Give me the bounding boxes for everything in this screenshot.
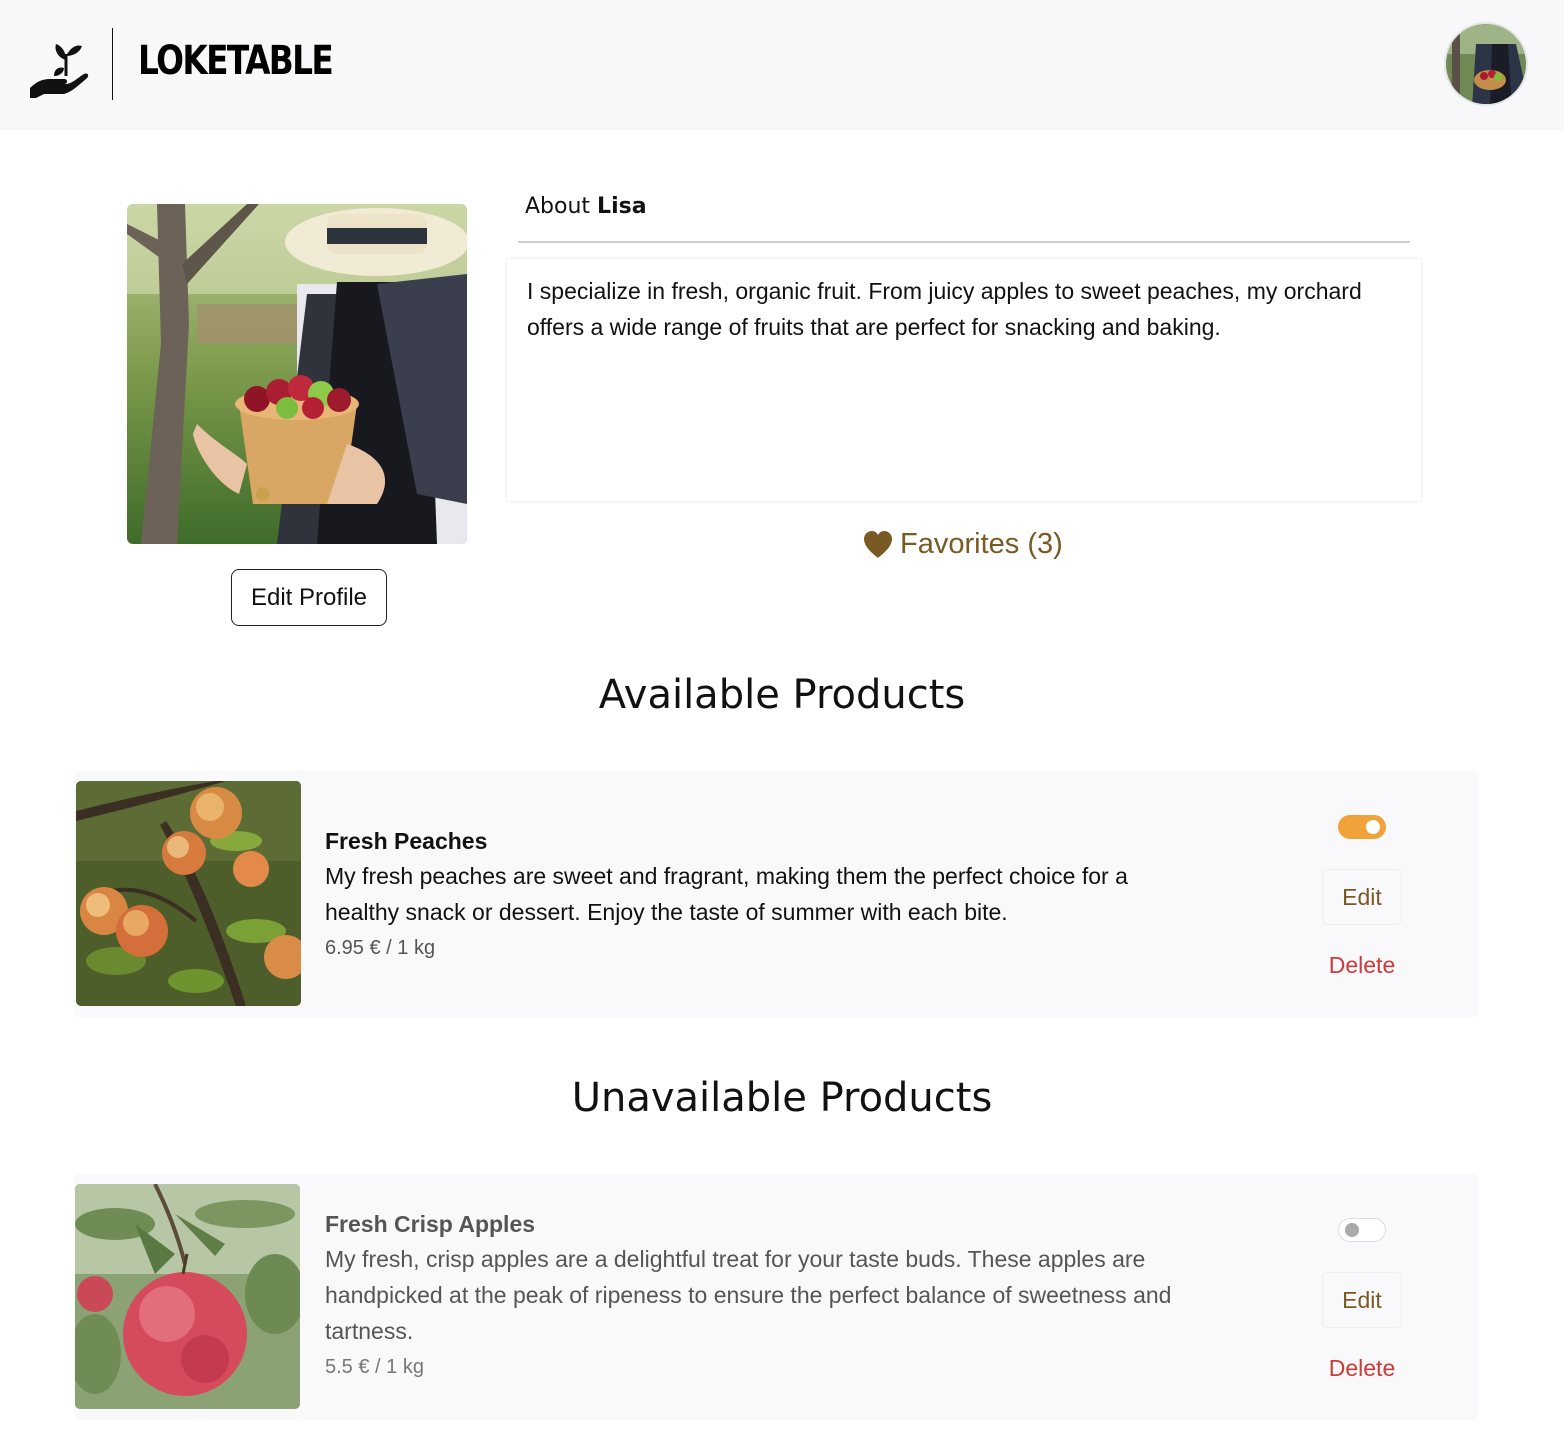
product-image-peaches — [76, 781, 301, 1006]
about-name: Lisa — [597, 194, 647, 219]
delete-product-button[interactable]: Delete — [1312, 1348, 1412, 1388]
hand-sprout-icon[interactable] — [28, 36, 90, 98]
product-title: Fresh Crisp Apples — [325, 1211, 536, 1237]
favorites-label: Favorites (3) — [900, 528, 1063, 560]
about-heading: About Lisa — [525, 194, 647, 219]
logo-divider — [112, 28, 113, 100]
bio-text: I specialize in fresh, organic fruit. Fr… — [527, 278, 1362, 340]
favorites-link[interactable]: Favorites (3) — [862, 528, 1063, 561]
about-prefix: About — [525, 194, 591, 219]
edit-product-button[interactable]: Edit — [1322, 1272, 1402, 1328]
product-card-peaches: Fresh Peaches My fresh peaches are sweet… — [74, 771, 1479, 1017]
availability-toggle[interactable] — [1338, 815, 1386, 839]
product-info-apples: Fresh Crisp Apples My fresh, crisp apple… — [325, 1207, 1205, 1385]
available-products-title: Available Products — [598, 672, 966, 718]
product-image-apples — [75, 1184, 300, 1409]
profile-photo — [127, 204, 467, 544]
product-description: My fresh, crisp apples are a delightful … — [325, 1246, 1172, 1344]
product-card-apples: Fresh Crisp Apples My fresh, crisp apple… — [74, 1174, 1479, 1420]
user-avatar[interactable] — [1444, 22, 1528, 106]
product-description: My fresh peaches are sweet and fragrant,… — [325, 863, 1128, 925]
product-title: Fresh Peaches — [325, 828, 488, 854]
toggle-knob — [1345, 1223, 1359, 1237]
edit-profile-button[interactable]: Edit Profile — [231, 569, 387, 626]
toggle-knob — [1366, 820, 1380, 834]
bio-textbox[interactable]: I specialize in fresh, organic fruit. Fr… — [507, 259, 1421, 501]
about-divider — [518, 241, 1410, 243]
heart-icon — [864, 530, 892, 558]
product-price: 6.95 € / 1 kg — [325, 937, 436, 959]
unavailable-products-title: Unavailable Products — [571, 1075, 993, 1121]
logo-text[interactable]: LOKETABLE — [138, 38, 334, 84]
top-header: LOKETABLE — [0, 0, 1564, 130]
edit-product-button[interactable]: Edit — [1322, 869, 1402, 925]
availability-toggle[interactable] — [1338, 1218, 1386, 1242]
delete-product-button[interactable]: Delete — [1312, 945, 1412, 985]
product-info-peaches: Fresh Peaches My fresh peaches are sweet… — [325, 824, 1205, 966]
product-price: 5.5 € / 1 kg — [325, 1356, 424, 1378]
